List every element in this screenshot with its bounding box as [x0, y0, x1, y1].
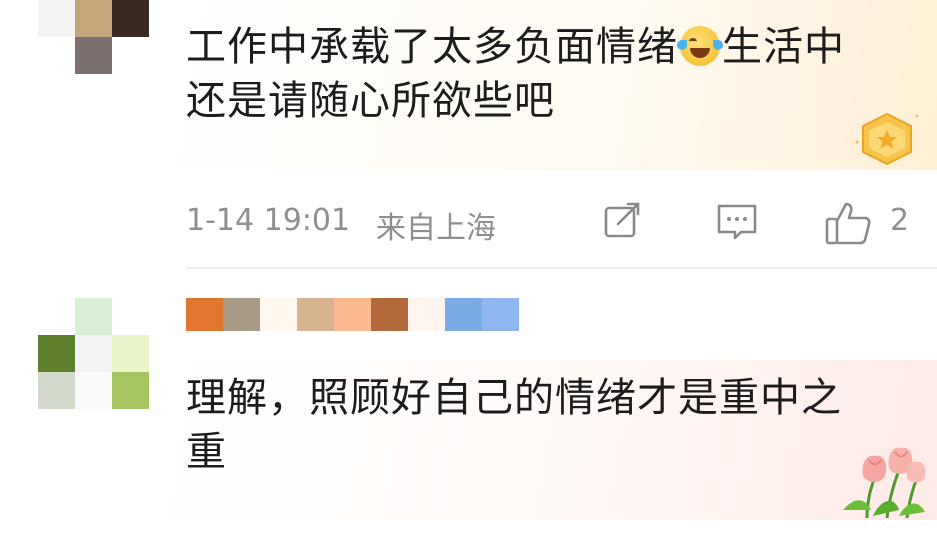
comment-meta-row: 1-14 19:01 来自上海 2	[186, 198, 916, 246]
mosaic-pixel	[112, 298, 149, 335]
mosaic-pixel	[75, 372, 112, 409]
avatar[interactable]	[38, 0, 149, 74]
mosaic-pixel	[260, 298, 297, 331]
comment-icon[interactable]	[715, 200, 759, 248]
mosaic-pixel	[38, 37, 75, 74]
mosaic-pixel	[75, 335, 112, 372]
comment-timestamp: 1-14 19:01	[186, 203, 351, 238]
username[interactable]	[186, 298, 519, 331]
mosaic-pixel	[38, 298, 75, 335]
mosaic-pixel	[371, 298, 408, 331]
gold-star-badge-icon	[847, 108, 923, 172]
comment-divider	[186, 267, 937, 269]
like-count: 2	[890, 203, 910, 238]
mosaic-pixel	[334, 298, 371, 331]
share-icon[interactable]	[602, 200, 644, 246]
avatar[interactable]	[38, 298, 149, 409]
mosaic-pixel	[445, 298, 482, 331]
mosaic-pixel	[75, 298, 112, 335]
mosaic-pixel	[223, 298, 260, 331]
laughing-crying-face-icon	[677, 26, 723, 66]
tear-left-icon	[677, 40, 687, 50]
mosaic-pixel	[482, 298, 519, 331]
mosaic-pixel	[38, 335, 75, 372]
comment-item: 理解，照顾好自己的情绪才是重中之重	[0, 270, 937, 546]
mosaic-pixel	[297, 298, 334, 331]
comment-list: 工作中承载了太多负面情绪 生活中还是请随心所欲些吧 1-14 19:01 来自上海	[0, 0, 937, 546]
mosaic-pixel	[112, 372, 149, 409]
mosaic-pixel	[75, 0, 112, 37]
mosaic-pixel	[408, 298, 445, 331]
mosaic-pixel	[38, 0, 75, 37]
mosaic-pixel	[112, 0, 149, 37]
mosaic-pixel	[38, 372, 75, 409]
comment-location: 来自上海	[376, 211, 496, 246]
comment-text: 理解，照顾好自己的情绪才是重中之重	[186, 375, 842, 475]
tear-right-icon	[713, 40, 723, 50]
mosaic-pixel	[112, 335, 149, 372]
mosaic-pixel	[112, 37, 149, 74]
mosaic-pixel	[75, 37, 112, 74]
mosaic-pixel	[186, 298, 223, 331]
comment-text: 工作中承载了太多负面情绪 生活中还是请随心所欲些吧	[186, 20, 876, 128]
comment-text-part: 工作中承载了太多负面情绪	[186, 24, 678, 70]
tulip-bouquet-icon	[837, 440, 927, 524]
comment-item: 工作中承载了太多负面情绪 生活中还是请随心所欲些吧 1-14 19:01 来自上海	[0, 0, 937, 269]
thumbs-up-icon[interactable]	[824, 200, 874, 250]
